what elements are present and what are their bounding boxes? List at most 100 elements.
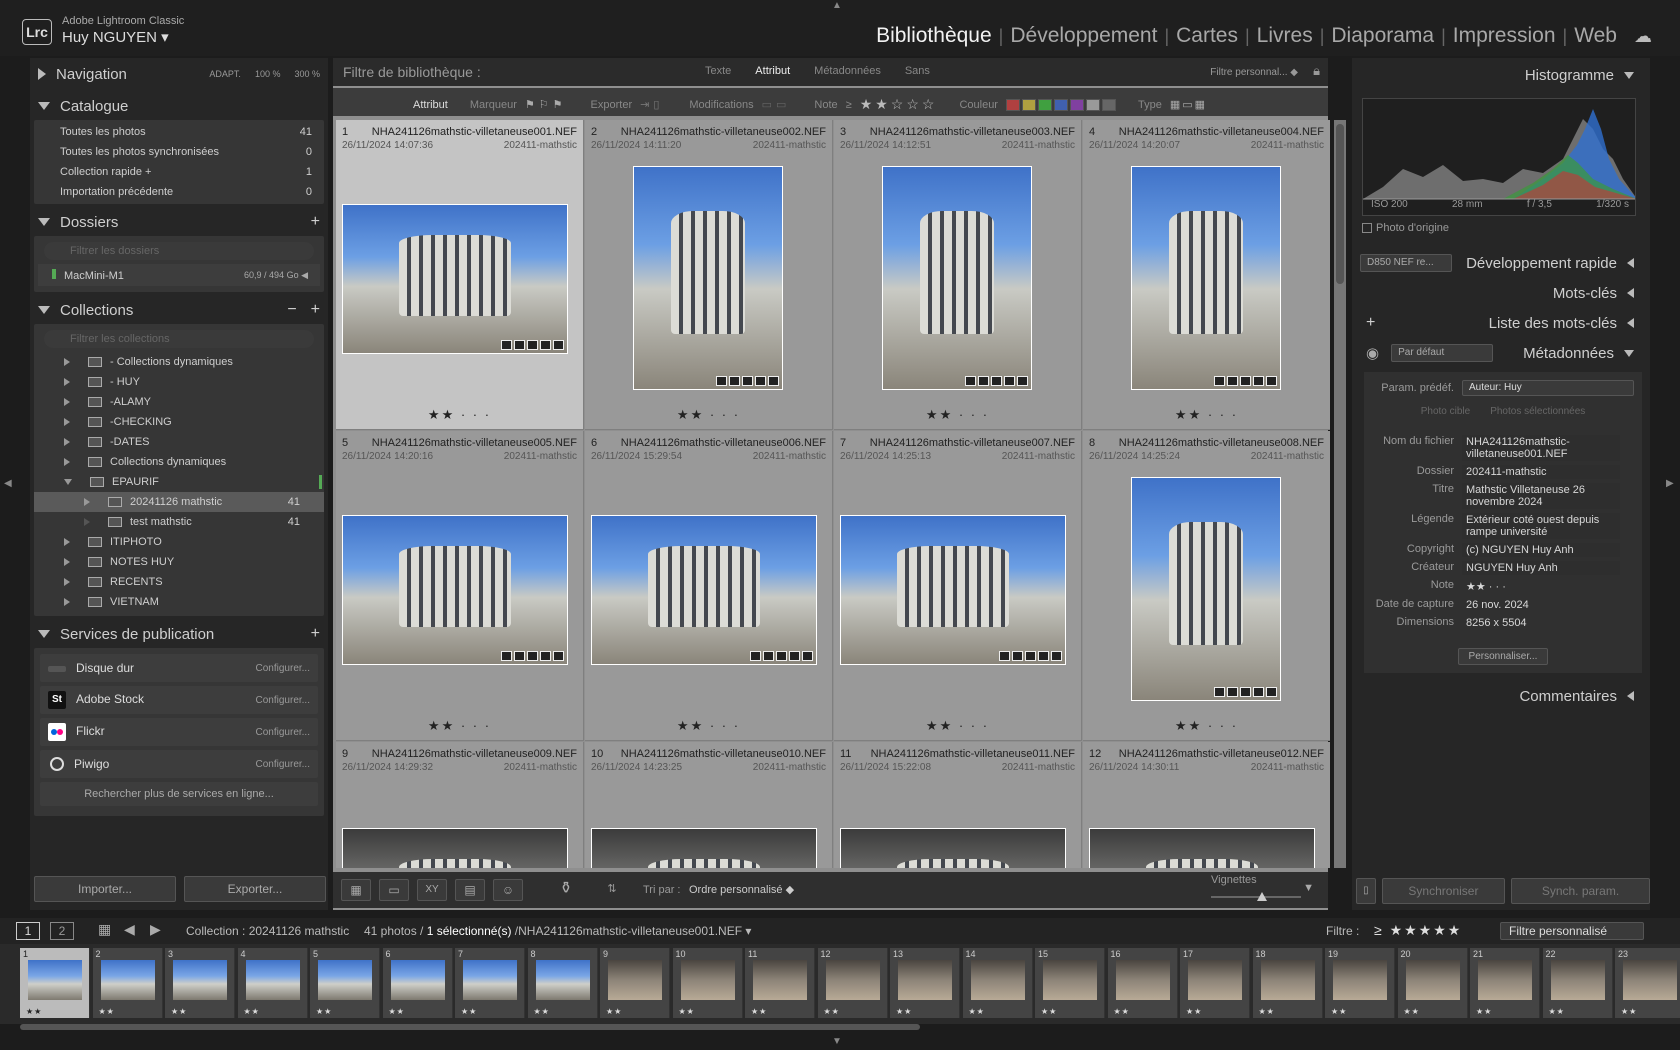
add-service-icon[interactable]: + bbox=[311, 625, 320, 643]
collection-filter-input[interactable]: Filtrer les collections bbox=[44, 330, 314, 348]
collection-set[interactable]: - Collections dynamiques bbox=[34, 352, 324, 372]
filmstrip-thumb[interactable]: 13 ★★ bbox=[890, 948, 960, 1018]
metadata-value[interactable]: Mathstic Villetaneuse 26 novembre 2024 bbox=[1462, 483, 1620, 509]
filmstrip-thumb[interactable]: 8 ★★ bbox=[527, 948, 598, 1018]
service-adobe-stock[interactable]: St Adobe Stock Configurer... bbox=[40, 686, 318, 714]
collection-set[interactable]: NOTES HUY bbox=[34, 552, 324, 572]
metadata-header[interactable]: ◉ Par défaut Métadonnées bbox=[1356, 338, 1650, 368]
collection-set[interactable]: - HUY bbox=[34, 372, 324, 392]
metadata-preset-select[interactable]: Par défaut bbox=[1391, 344, 1494, 362]
thumbnail-badges[interactable] bbox=[1214, 376, 1277, 386]
grid-cell[interactable]: 2 NHA241126mathstic-villetaneuse002.NEF 26… bbox=[585, 120, 833, 430]
metadata-value[interactable]: Extérieur coté ouest depuis rampe univer… bbox=[1462, 513, 1620, 539]
thumbnail-badges[interactable] bbox=[501, 651, 564, 661]
right-panel-toggle-icon[interactable]: ▶ bbox=[1666, 478, 1674, 489]
photo-thumbnail[interactable] bbox=[1131, 477, 1281, 701]
grid-view-icon[interactable]: ▦ bbox=[341, 879, 371, 901]
filmstrip-thumb[interactable]: 16 ★★ bbox=[1107, 948, 1178, 1018]
grid-cell[interactable]: 9 NHA241126mathstic-villetaneuse009.NEF 26… bbox=[336, 742, 584, 868]
filmstrip-thumb[interactable]: 17 ★★ bbox=[1180, 948, 1250, 1018]
back-arrow-icon[interactable]: ◀ bbox=[124, 921, 135, 938]
catalogue-item[interactable]: Importation précédente 0 bbox=[34, 182, 324, 202]
add-keyword-icon[interactable]: + bbox=[1366, 314, 1375, 332]
grid-cell[interactable]: 10 NHA241126mathstic-villetaneuse010.NEF 2… bbox=[585, 742, 833, 868]
module-slideshow[interactable]: Diaporama bbox=[1324, 24, 1441, 48]
module-print[interactable]: Impression bbox=[1446, 24, 1563, 48]
metadata-value[interactable]: NHA241126mathstic-villetaneuse001.NEF bbox=[1462, 435, 1620, 461]
quick-develop-preset[interactable]: D850 NEF re... bbox=[1360, 254, 1452, 272]
sort-select[interactable]: Ordre personnalisé ◆ bbox=[689, 883, 794, 896]
grid-cell[interactable]: 5 NHA241126mathstic-villetaneuse005.NEF 26… bbox=[336, 431, 584, 741]
grid-cell[interactable]: 6 NHA241126mathstic-villetaneuse006.NEF 26… bbox=[585, 431, 833, 741]
filmstrip-thumb[interactable]: 22 ★★ bbox=[1542, 948, 1613, 1018]
selection-info[interactable]: 41 photos / 1 sélectionné(s) /NHA241126m… bbox=[364, 924, 751, 938]
grid-cell[interactable]: 4 NHA241126mathstic-villetaneuse004.NEF 26… bbox=[1083, 120, 1330, 430]
filmstrip-thumb[interactable]: 21 ★★ bbox=[1470, 948, 1540, 1018]
thumbnail-badges[interactable] bbox=[999, 651, 1062, 661]
filmstrip-thumb[interactable]: 18 ★★ bbox=[1252, 948, 1323, 1018]
photo-thumbnail[interactable] bbox=[633, 166, 783, 390]
source-collection[interactable]: Collection : 20241126 mathstic bbox=[186, 924, 349, 938]
filmstrip-thumb[interactable]: 19 ★★ bbox=[1325, 948, 1395, 1018]
catalogue-header[interactable]: Catalogue bbox=[30, 92, 328, 120]
photo-thumbnail[interactable] bbox=[591, 828, 817, 868]
grid-scrollbar[interactable] bbox=[1334, 120, 1346, 868]
add-collection-icon[interactable]: + bbox=[311, 301, 320, 319]
grid-cell[interactable]: 1 NHA241126mathstic-villetaneuse001.NEF 26… bbox=[336, 120, 584, 430]
filmstrip-thumb[interactable]: 1 ★★ bbox=[20, 948, 90, 1018]
compare-view-icon[interactable]: XY bbox=[417, 879, 447, 901]
scrollbar-thumb[interactable] bbox=[1336, 124, 1344, 284]
photo-thumbnail[interactable] bbox=[342, 515, 568, 665]
metadata-preset-field[interactable]: Auteur: Huy bbox=[1462, 380, 1634, 396]
metadata-value[interactable]: 26 nov. 2024 bbox=[1462, 598, 1620, 612]
keywords-header[interactable]: Mots-clés bbox=[1356, 278, 1650, 308]
service-piwigo[interactable]: Piwigo Configurer... bbox=[40, 750, 318, 778]
export-filter-icons[interactable]: ⇥▯ bbox=[640, 98, 663, 111]
photo-thumbnail[interactable] bbox=[840, 515, 1066, 665]
selected-photos-toggle[interactable]: Photos sélectionnées bbox=[1490, 406, 1585, 417]
folder-filter-input[interactable]: Filtrer les dossiers bbox=[44, 242, 314, 260]
survey-view-icon[interactable]: ▤ bbox=[455, 879, 485, 901]
thumbnail-size-slider[interactable] bbox=[1211, 892, 1301, 901]
services-header[interactable]: Services de publication + bbox=[30, 620, 328, 648]
metadata-value[interactable]: (c) NGUYEN Huy Anh bbox=[1462, 543, 1620, 557]
primary-display-button[interactable]: 1 bbox=[16, 922, 40, 940]
add-folder-icon[interactable]: + bbox=[311, 213, 320, 231]
sync-settings-button[interactable]: Synch. param. bbox=[1511, 878, 1650, 904]
forward-arrow-icon[interactable]: ▶ bbox=[150, 921, 161, 938]
people-view-icon[interactable]: ☺ bbox=[493, 879, 523, 901]
module-develop[interactable]: Développement bbox=[1003, 24, 1164, 48]
eye-icon[interactable]: ◉ bbox=[1366, 344, 1379, 362]
sync-button[interactable]: Synchroniser bbox=[1381, 878, 1505, 904]
grid-cell[interactable]: 3 NHA241126mathstic-villetaneuse003.NEF 26… bbox=[834, 120, 1082, 430]
filter-preset-dropdown[interactable]: Filtre personnalisé bbox=[1500, 922, 1644, 940]
service-harddrive[interactable]: Disque dur Configurer... bbox=[40, 654, 318, 682]
user-menu[interactable]: Huy NGUYEN ▾ bbox=[62, 28, 169, 46]
module-library[interactable]: Bibliothèque bbox=[869, 24, 999, 48]
collection-item-selected[interactable]: 20241126 mathstic 41 bbox=[34, 492, 324, 512]
catalogue-item[interactable]: Toutes les photos synchronisées 0 bbox=[34, 142, 324, 162]
quick-develop-header[interactable]: D850 NEF re... Développement rapide bbox=[1356, 248, 1650, 278]
filter-tab-none[interactable]: Sans bbox=[905, 65, 930, 77]
grid-cell[interactable]: 8 NHA241126mathstic-villetaneuse008.NEF 26… bbox=[1083, 431, 1330, 741]
filter-preset-select[interactable]: Filtre personnal... ◆ bbox=[1210, 67, 1298, 78]
volume-row[interactable]: MacMini-M1 60,9 / 494 Go ◀ bbox=[38, 264, 320, 286]
metadata-value[interactable]: 8256 x 5504 bbox=[1462, 616, 1620, 630]
navigation-header[interactable]: Navigation ADAPT. 100 % 300 % bbox=[30, 60, 328, 88]
filmstrip-thumb[interactable]: 2 ★★ bbox=[92, 948, 163, 1018]
collection-set[interactable]: ITIPHOTO bbox=[34, 532, 324, 552]
filmstrip-thumb[interactable]: 3 ★★ bbox=[165, 948, 235, 1018]
flag-filter-icons[interactable]: ⚑⚐⚑ bbox=[525, 98, 567, 111]
filmstrip-thumb[interactable]: 20 ★★ bbox=[1397, 948, 1468, 1018]
zoom-adapt[interactable]: ADAPT. bbox=[209, 69, 241, 79]
module-book[interactable]: Livres bbox=[1250, 24, 1320, 48]
metadata-value[interactable]: 202411-mathstic bbox=[1462, 465, 1620, 479]
catalogue-item[interactable]: Collection rapide +1 bbox=[34, 162, 324, 182]
find-services-button[interactable]: Rechercher plus de services en ligne... bbox=[40, 782, 318, 806]
remove-collection-icon[interactable]: − bbox=[287, 301, 296, 319]
lock-icon[interactable]: 🔒︎ bbox=[1313, 63, 1320, 79]
filmstrip-thumb[interactable]: 4 ★★ bbox=[237, 948, 308, 1018]
target-photo-toggle[interactable]: Photo cible bbox=[1421, 406, 1470, 417]
original-photo-checkbox[interactable]: Photo d'origine bbox=[1362, 222, 1449, 234]
thumbnail-badges[interactable] bbox=[1214, 687, 1277, 697]
